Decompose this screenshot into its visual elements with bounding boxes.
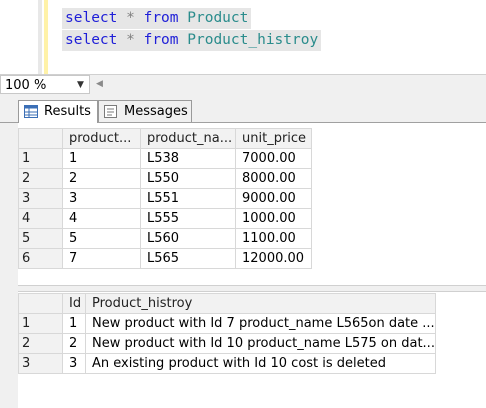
keyword-from: from: [143, 32, 179, 48]
grid-cell[interactable]: 9000.00: [235, 188, 312, 209]
keyword-select: select: [65, 10, 118, 26]
grid-cell[interactable]: L565: [140, 248, 236, 269]
keyword-select: select: [65, 32, 118, 48]
column-header[interactable]: product...: [62, 128, 141, 149]
grid-cell[interactable]: 8000.00: [235, 168, 312, 189]
grid-cell[interactable]: An existing product with Id 10 cost is d…: [85, 353, 436, 374]
tab-messages[interactable]: Messages: [98, 100, 192, 122]
tab-results[interactable]: Results: [18, 100, 98, 123]
change-tracking-margin: [44, 0, 48, 74]
grid-cell[interactable]: 1000.00: [235, 208, 312, 229]
table-row[interactable]: 3 3 An existing product with Id 10 cost …: [18, 353, 436, 374]
table-row[interactable]: 1 1 L538 7000.00: [18, 148, 312, 169]
grid-cell[interactable]: 2: [62, 168, 141, 189]
column-header[interactable]: Product_histroy: [85, 293, 436, 314]
code-line-2[interactable]: select * from Product_histroy: [62, 30, 322, 51]
grid-cell[interactable]: 2: [62, 333, 86, 354]
sql-editor[interactable]: select * from Product select * from Prod…: [0, 0, 486, 74]
zoom-value: 100 %: [5, 78, 47, 93]
table-identifier: Product: [187, 10, 249, 26]
results-left-strip: [0, 123, 18, 408]
table-identifier: Product_histroy: [187, 32, 319, 48]
grid-cell[interactable]: L550: [140, 168, 236, 189]
operator-star: *: [126, 10, 135, 26]
row-number[interactable]: 2: [18, 168, 63, 189]
grid-cell[interactable]: 3: [62, 353, 86, 374]
results-grid-product-histroy[interactable]: Id Product_histroy 1 1 New product with …: [18, 293, 436, 374]
grid-cell[interactable]: 1100.00: [235, 228, 312, 249]
grid-cell[interactable]: 1: [62, 313, 86, 334]
row-number[interactable]: 5: [18, 228, 63, 249]
grid-cell[interactable]: 4: [62, 208, 141, 229]
code-line-1[interactable]: select * from Product: [62, 8, 252, 29]
grid-cell[interactable]: L555: [140, 208, 236, 229]
grid-cell[interactable]: L560: [140, 228, 236, 249]
row-number[interactable]: 3: [18, 188, 63, 209]
results-tab-bar: Results Messages: [0, 96, 486, 123]
editor-margin: [38, 0, 42, 74]
grid-icon: [24, 105, 38, 118]
grid-cell[interactable]: L538: [140, 148, 236, 169]
table-row[interactable]: 6 7 L565 12000.00: [18, 248, 312, 269]
scroll-left-icon[interactable]: ◀: [96, 76, 103, 93]
row-number[interactable]: 2: [18, 333, 63, 354]
grid-cell[interactable]: L551: [140, 188, 236, 209]
grid-cell[interactable]: 3: [62, 188, 141, 209]
grid-cell[interactable]: 7000.00: [235, 148, 312, 169]
row-number[interactable]: 1: [18, 148, 63, 169]
grid-cell[interactable]: 7: [62, 248, 141, 269]
zoom-dropdown[interactable]: 100 % ▼: [0, 75, 90, 94]
row-number[interactable]: 6: [18, 248, 63, 269]
grid-corner-cell[interactable]: [18, 293, 63, 314]
table-row[interactable]: 5 5 L560 1100.00: [18, 228, 312, 249]
grid-cell[interactable]: 5: [62, 228, 141, 249]
grid-header-row: product... product_na... unit_price: [18, 128, 312, 149]
row-number[interactable]: 3: [18, 353, 63, 374]
results-grid-product[interactable]: product... product_na... unit_price 1 1 …: [18, 128, 312, 269]
operator-star: *: [126, 32, 135, 48]
table-row[interactable]: 1 1 New product with Id 7 product_name L…: [18, 313, 436, 334]
table-row[interactable]: 4 4 L555 1000.00: [18, 208, 312, 229]
keyword-from: from: [143, 10, 179, 26]
row-number[interactable]: 4: [18, 208, 63, 229]
grid-cell[interactable]: 12000.00: [235, 248, 312, 269]
grid-header-row: Id Product_histroy: [18, 293, 436, 314]
grid-cell[interactable]: New product with Id 7 product_name L565o…: [85, 313, 436, 334]
grid-cell[interactable]: 1: [62, 148, 141, 169]
grid-corner-cell[interactable]: [18, 128, 63, 149]
tab-messages-label: Messages: [124, 104, 188, 119]
grid-splitter[interactable]: [18, 285, 486, 292]
grid-cell[interactable]: New product with Id 10 product_name L575…: [85, 333, 436, 354]
table-row[interactable]: 2 2 New product with Id 10 product_name …: [18, 333, 436, 354]
tab-results-label: Results: [44, 104, 91, 119]
table-row[interactable]: 2 2 L550 8000.00: [18, 168, 312, 189]
row-number[interactable]: 1: [18, 313, 63, 334]
messages-icon: [104, 105, 117, 118]
column-header[interactable]: unit_price: [235, 128, 312, 149]
column-header[interactable]: Id: [62, 293, 86, 314]
table-row[interactable]: 3 3 L551 9000.00: [18, 188, 312, 209]
chevron-down-icon[interactable]: ▼: [77, 76, 84, 95]
column-header[interactable]: product_na...: [140, 128, 236, 149]
zoom-bar: 100 % ▼ ◀: [0, 74, 486, 97]
